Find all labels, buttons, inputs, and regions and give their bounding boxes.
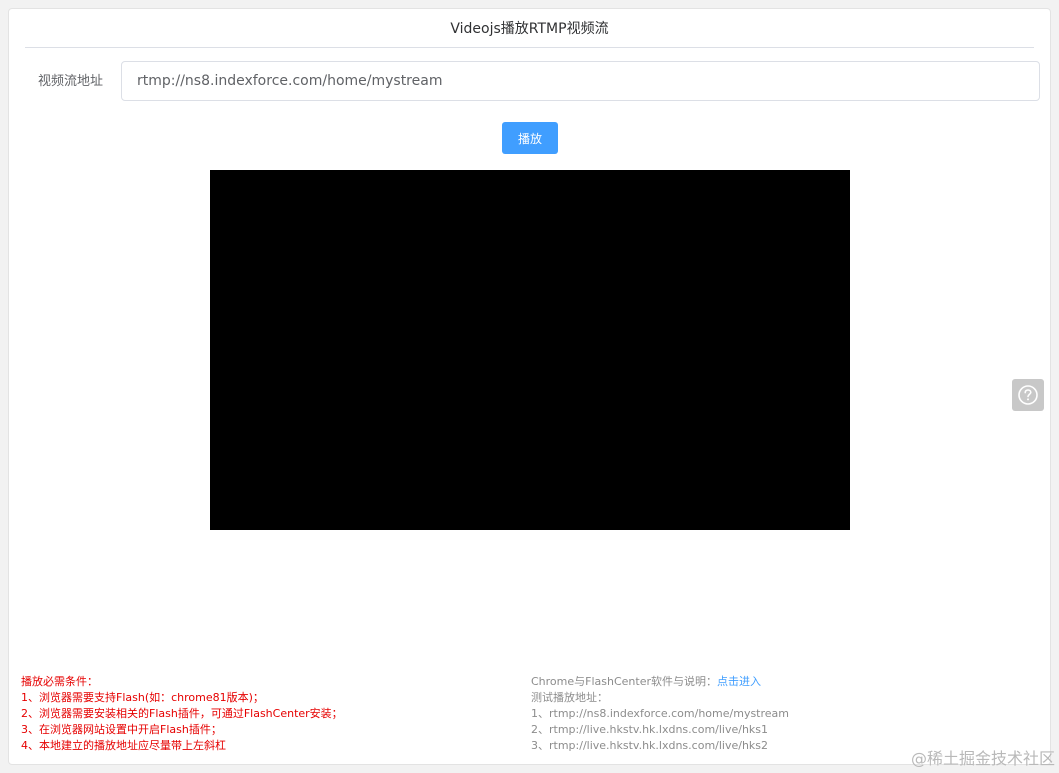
title-divider bbox=[25, 47, 1034, 48]
stream-url-input[interactable] bbox=[121, 61, 1040, 101]
software-link[interactable]: 点击进入 bbox=[717, 675, 761, 688]
video-player[interactable] bbox=[210, 170, 850, 530]
info-notes: Chrome与FlashCenter软件与说明：点击进入 测试播放地址： 1、r… bbox=[531, 674, 789, 754]
test-url-item: 3、rtmp://live.hkstv.hk.lxdns.com/live/hk… bbox=[531, 739, 769, 752]
requirement-item: 2、浏览器需要安装相关的Flash插件，可通过FlashCenter安装； bbox=[21, 707, 343, 720]
requirements-heading: 播放必需条件： bbox=[21, 675, 98, 688]
app-frame: Videojs播放RTMP视频流 视频流地址 播放 播放必需条件： 1、浏览器需… bbox=[8, 8, 1051, 765]
test-heading: 测试播放地址： bbox=[531, 691, 608, 704]
watermark: @稀土掘金技术社区 bbox=[910, 749, 1055, 768]
test-url-item: 1、rtmp://ns8.indexforce.com/home/mystrea… bbox=[531, 707, 790, 720]
test-url-item: 2、rtmp://live.hkstv.hk.lxdns.com/live/hk… bbox=[531, 723, 769, 736]
requirements-notes: 播放必需条件： 1、浏览器需要支持Flash(如：chrome81版本)； 2、… bbox=[21, 674, 343, 754]
help-button[interactable] bbox=[1012, 379, 1044, 411]
play-button[interactable]: 播放 bbox=[502, 122, 558, 154]
requirement-item: 3、在浏览器网站设置中开启Flash插件； bbox=[21, 723, 222, 736]
software-line: Chrome与FlashCenter软件与说明：点击进入 bbox=[531, 674, 789, 690]
requirement-item: 1、浏览器需要支持Flash(如：chrome81版本)； bbox=[21, 691, 264, 704]
software-text: Chrome与FlashCenter软件与说明： bbox=[531, 675, 717, 688]
requirement-item: 4、本地建立的播放地址应尽量带上左斜杠 bbox=[21, 739, 226, 752]
stream-url-label: 视频流地址 bbox=[38, 74, 104, 89]
question-circle-icon bbox=[1018, 385, 1038, 405]
page-title: Videojs播放RTMP视频流 bbox=[450, 21, 609, 37]
